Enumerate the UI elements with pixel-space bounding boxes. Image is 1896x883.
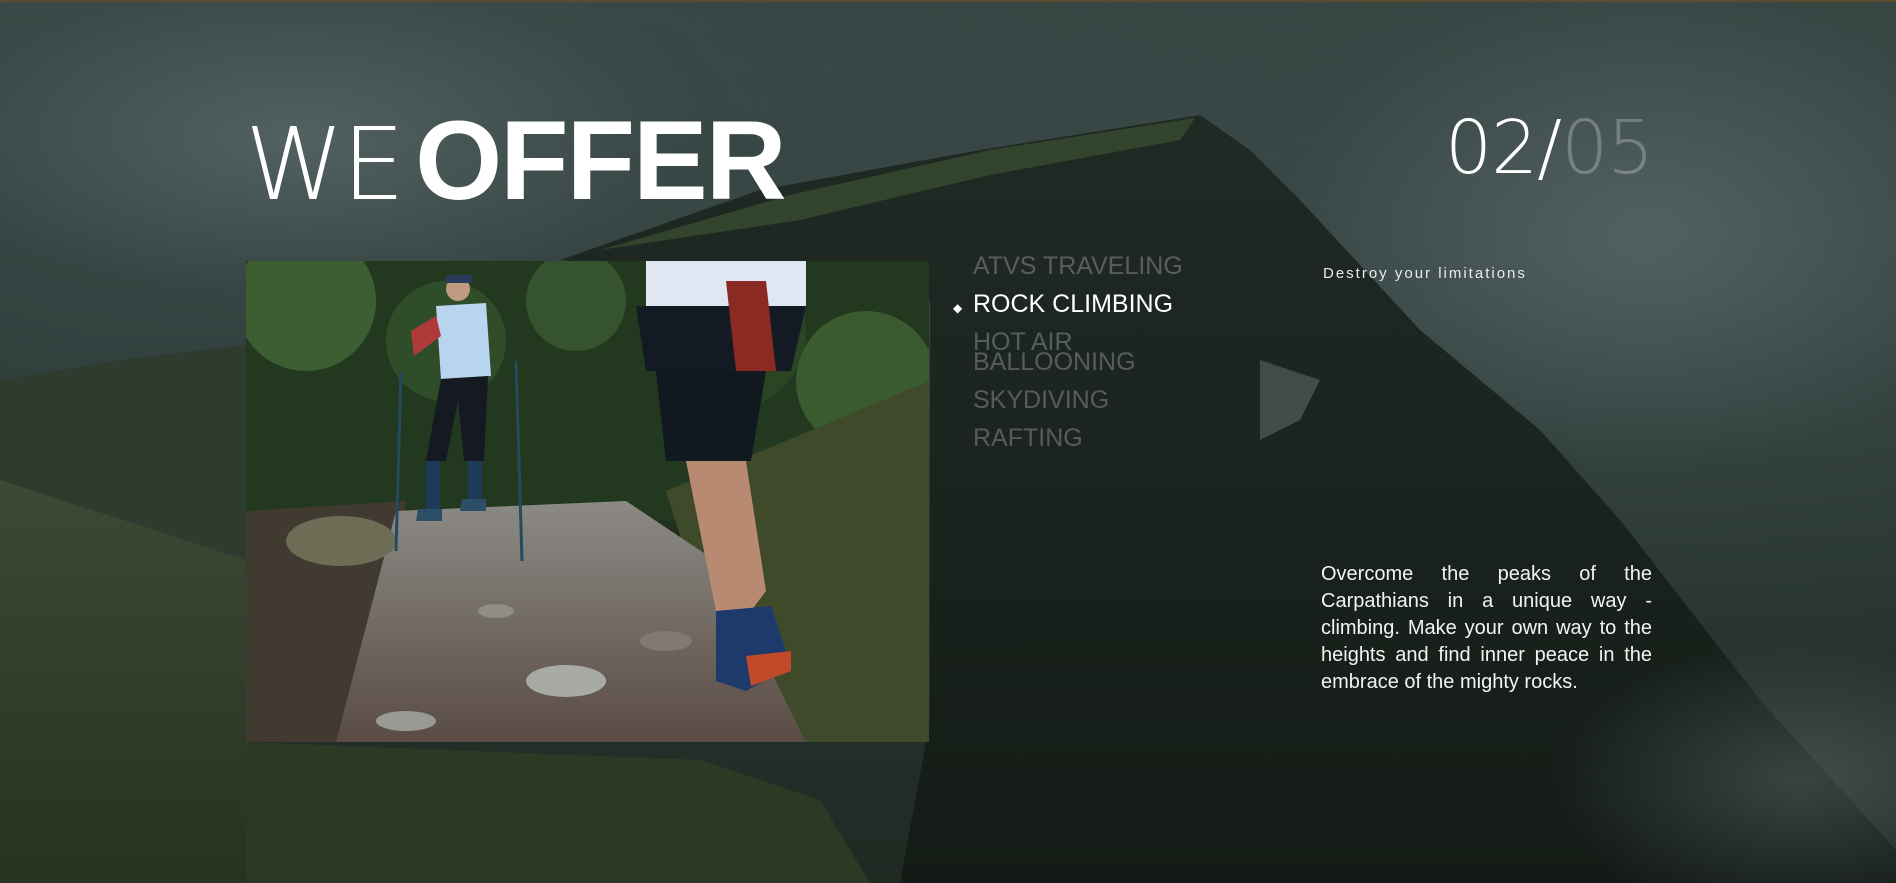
activity-photo <box>246 261 929 742</box>
title-bold-word: OFFER <box>415 98 787 223</box>
slide-counter-total: 05 <box>1561 105 1654 191</box>
activity-item-rafting[interactable]: RAFTING <box>973 426 1203 451</box>
title-thin-word: WE <box>245 106 405 223</box>
trail-runners-image <box>246 261 929 742</box>
activity-label: SKYDIVING <box>973 386 1110 414</box>
active-diamond-icon: ◆ <box>953 301 963 315</box>
page: WE OFFER 02/05 ATVS TRAVELING ◆ ROCK CLI… <box>0 0 1896 883</box>
activity-item-rock-climbing[interactable]: ◆ ROCK CLIMBING <box>953 292 1203 317</box>
slide-counter: 02/05 <box>1445 105 1654 191</box>
activity-item-skydiving[interactable]: SKYDIVING <box>973 388 1203 413</box>
page-title: WE OFFER <box>245 98 787 227</box>
activity-label: ATVS TRAVELING <box>973 252 1183 280</box>
slide-counter-current: 02/ <box>1445 105 1562 191</box>
activity-item-atvs-traveling[interactable]: ATVS TRAVELING <box>973 254 1203 279</box>
activity-label: RAFTING <box>973 424 1083 452</box>
activity-label: ROCK CLIMBING <box>973 290 1174 318</box>
activity-label: HOT AIR BALLOONING <box>973 328 1136 376</box>
activity-list: ATVS TRAVELING ◆ ROCK CLIMBING HOT AIR BA… <box>953 254 1203 466</box>
activity-description: Overcome the peaks of the Carpathians in… <box>1321 563 1652 693</box>
activity-item-hot-air-ballooning[interactable]: HOT AIR BALLOONING <box>973 330 1203 375</box>
tagline: Destroy your limitations <box>1323 265 1527 282</box>
